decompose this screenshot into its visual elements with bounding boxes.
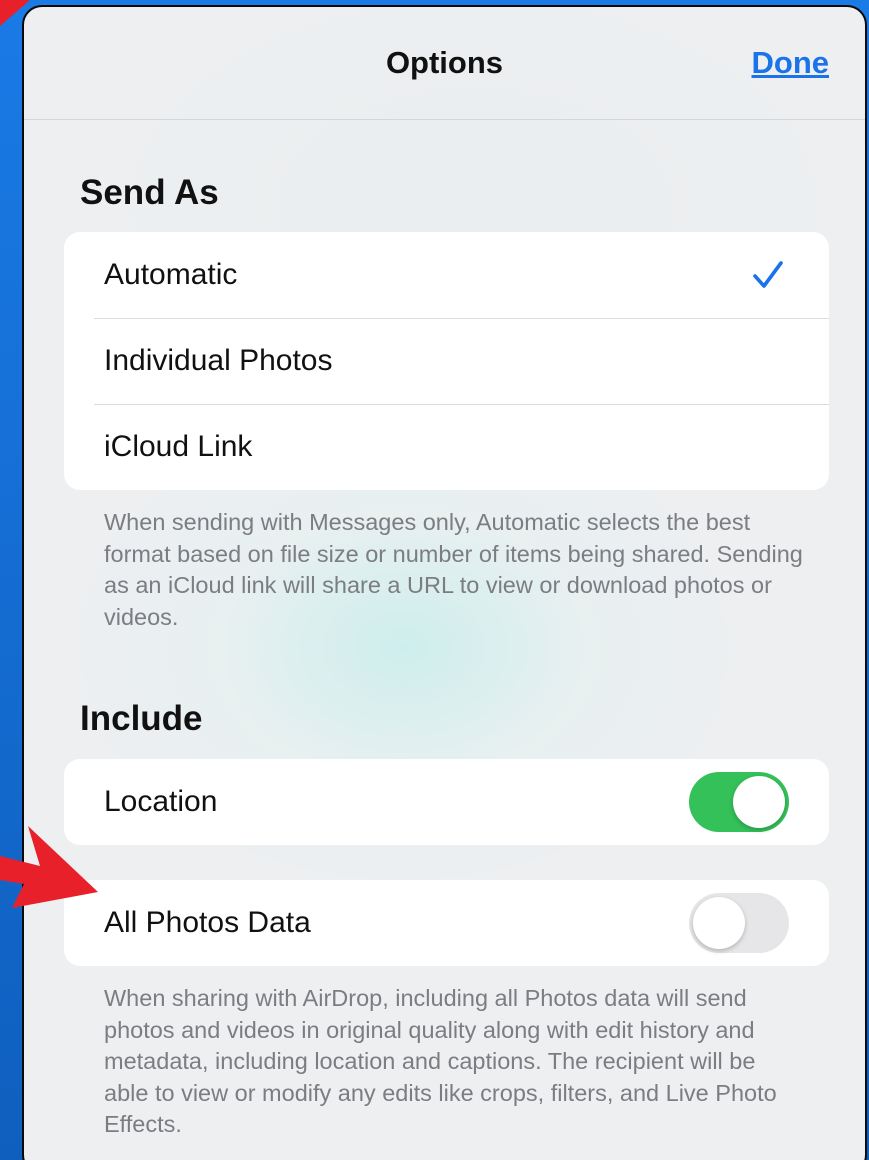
option-individual-photos[interactable]: Individual Photos <box>64 318 829 404</box>
done-button[interactable]: Done <box>752 45 830 81</box>
option-label: iCloud Link <box>104 430 253 463</box>
all-photos-data-group: All Photos Data <box>64 880 829 966</box>
red-arrow-icon <box>0 0 30 26</box>
navigation-bar: Options Done <box>24 7 865 120</box>
send-as-group: Automatic Individual Photos iCloud Link <box>64 232 829 490</box>
all-photos-data-toggle[interactable] <box>689 893 789 953</box>
location-group: Location <box>64 759 829 845</box>
option-label: Automatic <box>104 258 238 291</box>
red-arrow-icon <box>0 826 98 908</box>
toggle-knob <box>693 897 745 949</box>
page-title: Options <box>385 45 504 80</box>
toggle-knob <box>733 776 785 828</box>
location-row: Location <box>64 759 829 845</box>
include-footnote: When sharing with AirDrop, including all… <box>104 985 777 1137</box>
option-icloud-link[interactable]: iCloud Link <box>64 404 829 490</box>
send-as-header: Send As <box>80 173 219 212</box>
options-sheet: Options Done Send As Automatic Individua… <box>22 5 867 1160</box>
send-as-footnote: When sending with Messages only, Automat… <box>104 509 803 630</box>
all-photos-data-row: All Photos Data <box>64 880 829 966</box>
location-toggle[interactable] <box>689 772 789 832</box>
option-label: Individual Photos <box>104 344 333 377</box>
include-header: Include <box>80 699 203 738</box>
option-automatic[interactable]: Automatic <box>64 232 829 318</box>
checkmark-icon <box>753 261 783 288</box>
